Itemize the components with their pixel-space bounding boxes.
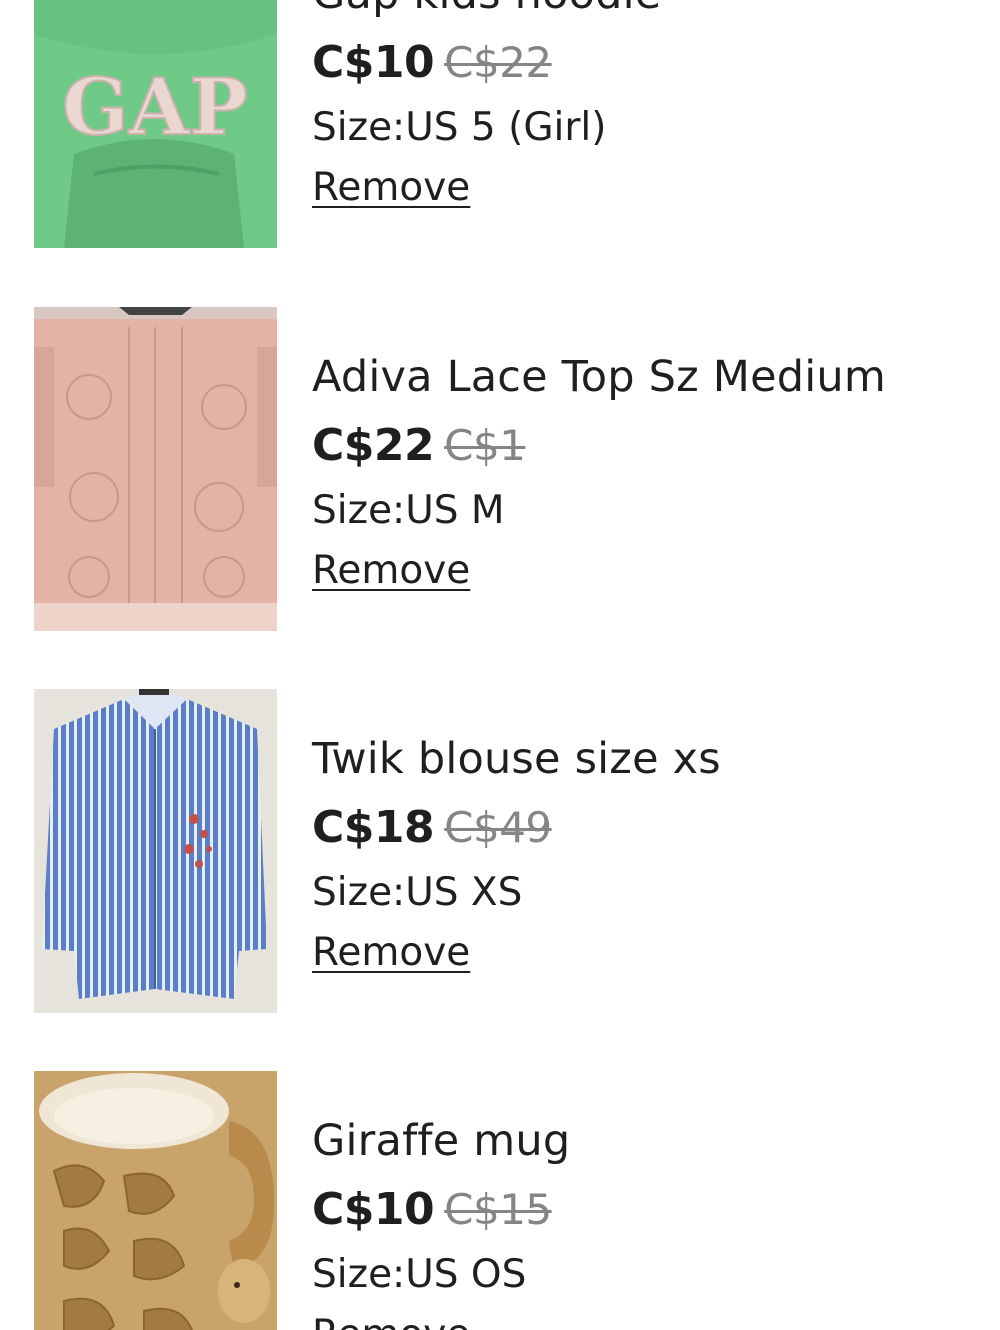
size-value: US 5 (Girl): [405, 105, 607, 150]
size-value: US XS: [405, 870, 523, 915]
product-image[interactable]: [34, 689, 277, 1013]
size-label: Size:: [312, 870, 406, 915]
remove-link[interactable]: Remove: [312, 925, 470, 981]
product-image[interactable]: [34, 307, 277, 631]
item-title[interactable]: Adiva Lace Top Sz Medium: [312, 349, 886, 405]
size-label: Size:: [312, 488, 406, 533]
blue-striped-blouse-photo: [34, 689, 277, 1013]
remove-link[interactable]: Remove: [312, 1307, 470, 1330]
size-value: US OS: [405, 1252, 527, 1297]
item-title[interactable]: Twik blouse size xs: [312, 731, 721, 787]
price-row: C$10 C$15: [312, 1182, 552, 1247]
sale-price: C$10: [312, 37, 435, 88]
size-label: Size:: [312, 1252, 406, 1297]
original-price: C$1: [444, 421, 526, 470]
price-row: C$18 C$49: [312, 800, 552, 865]
size-row: Size:US OS: [312, 1247, 526, 1303]
original-price: C$22: [444, 38, 552, 87]
price-row: C$10 C$22: [312, 35, 552, 100]
remove-link[interactable]: Remove: [312, 160, 470, 216]
list-item: Adiva Lace Top Sz Medium C$22 C$1 Size:US…: [34, 307, 974, 631]
list-item: GAP Gap kids hoodie C$10C$22 Size:US 5 (…: [34, 0, 974, 248]
sale-price: C$10: [312, 1184, 435, 1235]
price-row: C$22 C$1: [312, 418, 526, 483]
size-row: Size:US M: [312, 483, 505, 539]
pink-lace-top-photo: [34, 307, 277, 631]
green-gap-hoodie-photo: GAP: [34, 0, 277, 248]
size-label: Size:: [312, 105, 406, 150]
giraffe-mug-photo: [34, 1071, 277, 1330]
size-value: US M: [405, 488, 505, 533]
item-title[interactable]: Gap kids hoodie: [312, 0, 661, 22]
product-image[interactable]: [34, 1071, 277, 1330]
product-image[interactable]: GAP: [34, 0, 277, 248]
sale-price: C$18: [312, 802, 435, 853]
item-title[interactable]: Giraffe mug: [312, 1113, 570, 1169]
original-price: C$49: [444, 803, 552, 852]
remove-link[interactable]: Remove: [312, 543, 470, 599]
size-row: Size:US 5 (Girl): [312, 100, 606, 156]
list-item: Twik blouse size xs C$18 C$49 Size:US XS …: [34, 689, 974, 1013]
sale-price: C$22: [312, 420, 435, 471]
cart-item-list: GAP Gap kids hoodie C$10C$22 Size:US 5 (…: [0, 0, 1000, 1330]
svg-text:GAP: GAP: [62, 62, 248, 153]
original-price: C$15: [444, 1185, 552, 1234]
list-item: Giraffe mug C$10C$15 Size:US OS Remove: [34, 1071, 974, 1330]
size-row: Size:US XS: [312, 865, 522, 921]
